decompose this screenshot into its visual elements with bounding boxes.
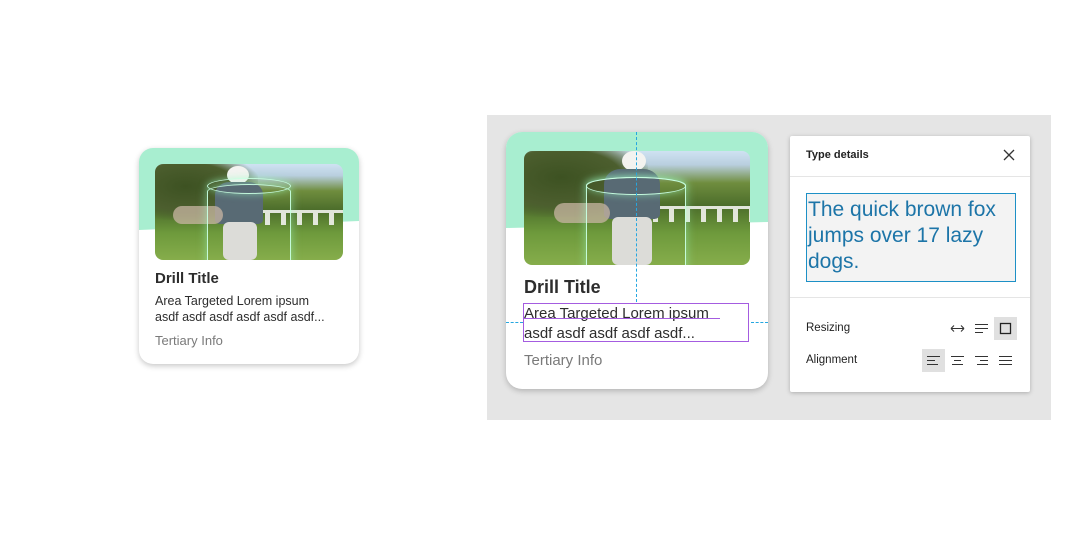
resizing-label: Resizing	[806, 322, 851, 334]
drill-thumbnail	[524, 151, 750, 265]
drill-title: Drill Title	[155, 270, 219, 287]
auto-height-icon	[975, 323, 988, 334]
drill-thumbnail	[155, 164, 343, 260]
align-left-button[interactable]	[922, 349, 945, 372]
text-baseline-indicator	[523, 318, 720, 319]
drill-card-small[interactable]: Drill Title Area Targeted Lorem ipsum as…	[139, 148, 359, 364]
align-right-button[interactable]	[970, 349, 993, 372]
drill-card-large[interactable]: Drill Title Area Targeted Lorem ipsum as…	[506, 132, 768, 389]
horizontal-guide-line-right	[751, 322, 768, 323]
auto-height-button[interactable]	[970, 317, 993, 340]
align-justify-icon	[999, 355, 1012, 366]
horizontal-guide-line-left	[506, 322, 523, 323]
align-center-button[interactable]	[946, 349, 969, 372]
close-icon[interactable]	[1001, 147, 1017, 163]
fixed-size-icon	[999, 322, 1012, 335]
panel-divider	[790, 176, 1030, 177]
align-justify-button[interactable]	[994, 349, 1017, 372]
align-center-icon	[951, 355, 964, 366]
fixed-size-button[interactable]	[994, 317, 1017, 340]
align-left-icon	[927, 355, 940, 366]
auto-width-button[interactable]	[946, 317, 969, 340]
panel-title: Type details	[806, 149, 869, 161]
align-right-icon	[975, 355, 988, 366]
panel-divider	[790, 297, 1030, 298]
tertiary-info: Tertiary Info	[155, 333, 223, 348]
alignment-label: Alignment	[806, 354, 858, 366]
type-preview: The quick brown fox jumps over 17 lazy d…	[806, 193, 1016, 282]
type-details-panel: Type details The quick brown fox jumps o…	[790, 136, 1030, 392]
drill-description: Area Targeted Lorem ipsum asdf asdf asdf…	[155, 294, 325, 324]
auto-width-icon	[950, 325, 965, 332]
vertical-guide-line	[636, 132, 637, 302]
tertiary-info[interactable]: Tertiary Info	[524, 352, 602, 369]
drill-title[interactable]: Drill Title	[524, 277, 601, 298]
text-selection-box[interactable]	[523, 303, 749, 342]
